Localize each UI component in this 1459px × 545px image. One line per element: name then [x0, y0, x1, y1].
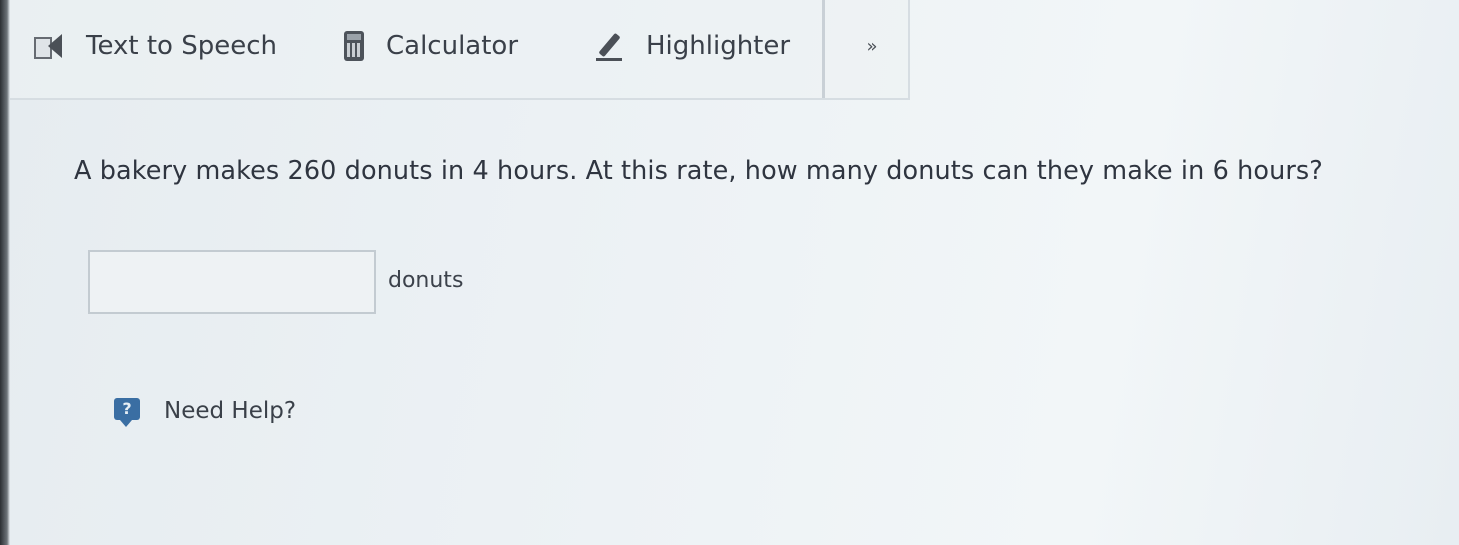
text-to-speech-button[interactable]: Text to Speech — [34, 22, 277, 70]
monitor-bezel-edge — [0, 0, 10, 545]
help-icon-glyph: ? — [114, 398, 140, 420]
tools-toolbar: Text to Speech Calculator Highlighter » — [10, 0, 910, 100]
need-help-button[interactable]: ? Need Help? — [112, 396, 297, 427]
calculator-button[interactable]: Calculator — [344, 22, 518, 70]
calculator-label: Calculator — [386, 31, 519, 61]
question-text: A bakery makes 260 donuts in 4 hours. At… — [74, 156, 1323, 186]
need-help-label: Need Help? — [164, 398, 297, 424]
highlighter-pen-icon — [596, 32, 624, 61]
highlighter-button[interactable]: Highlighter — [596, 22, 790, 70]
speaker-icon — [34, 34, 64, 59]
text-to-speech-label: Text to Speech — [86, 31, 277, 61]
answer-input[interactable] — [88, 250, 376, 314]
calculator-icon — [344, 31, 364, 61]
double-chevron-right-icon: » — [866, 35, 878, 57]
help-question-icon: ? — [112, 396, 142, 427]
more-tools-button[interactable]: » — [848, 30, 896, 62]
toolbar-divider — [822, 0, 825, 98]
highlighter-label: Highlighter — [646, 31, 791, 61]
answer-unit-label: donuts — [388, 268, 464, 293]
